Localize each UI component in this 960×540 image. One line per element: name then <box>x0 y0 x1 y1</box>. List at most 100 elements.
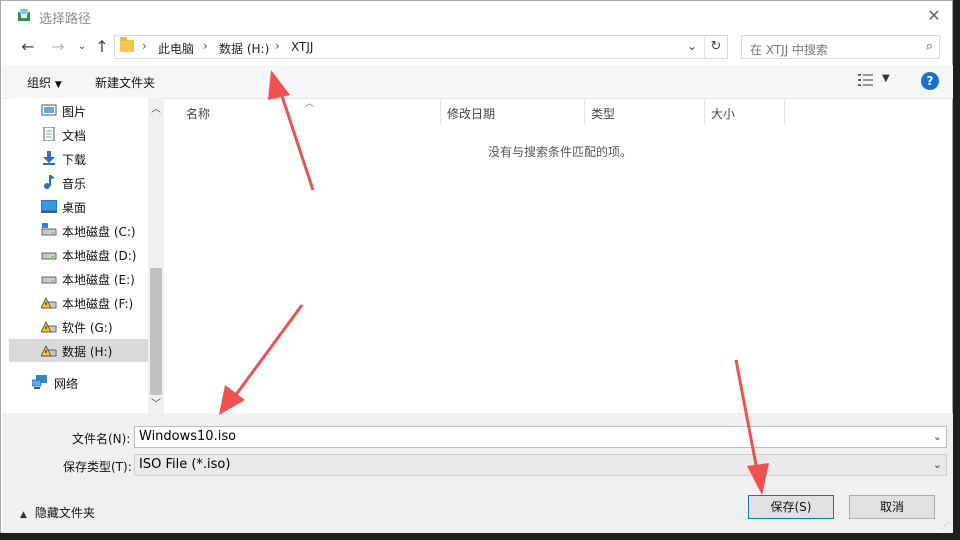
chevron-down-icon[interactable]: ⌄ <box>687 39 701 53</box>
music-icon <box>44 175 55 189</box>
sidebar-item-label: 本地磁盘 (C:) <box>62 225 136 239</box>
sidebar-item-desktop[interactable]: 桌面 <box>9 195 148 218</box>
column-header-name[interactable]: 名称 <box>186 105 210 122</box>
sidebar-item-drive-f[interactable]: 本地磁盘 (F:) <box>9 291 148 314</box>
help-icon[interactable]: ? <box>921 72 939 90</box>
save-options-panel: 文件名(N): Windows10.iso ⌄ 保存类型(T): ISO Fil… <box>2 413 953 533</box>
column-divider[interactable] <box>440 98 441 125</box>
back-icon[interactable]: ← <box>18 37 38 57</box>
caret-down-icon: ▼ <box>882 73 890 84</box>
chevron-right-icon[interactable]: › <box>203 39 208 53</box>
organize-button[interactable]: 组织 ▼ <box>27 74 62 91</box>
navigation-pane-scrollbar[interactable]: ︿ ﹀ <box>148 98 164 413</box>
search-input[interactable]: 在 XTJJ 中搜索 ⌕ <box>741 35 940 59</box>
window-title: 选择路径 <box>39 12 92 27</box>
drive-icon <box>41 276 57 284</box>
column-divider[interactable] <box>704 98 705 125</box>
sidebar-item-label: 图片 <box>62 105 87 119</box>
caret-down-icon: ▼ <box>54 80 62 90</box>
downloads-icon <box>43 151 55 165</box>
caret-up-icon: ▲ <box>20 510 27 520</box>
recent-dropdown-icon[interactable]: ⌄ <box>72 37 92 57</box>
sidebar-item-pictures[interactable]: 图片 <box>9 99 148 122</box>
column-divider[interactable] <box>784 98 785 125</box>
app-icon <box>18 9 30 21</box>
sidebar-item-label: 桌面 <box>62 201 87 215</box>
filetype-select[interactable]: ISO File (*.iso) ⌄ <box>134 454 947 476</box>
save-dialog: 选择路径 ✕ ← → ⌄ ↑ › 此电脑 › 数据 (H:) › XTJJ ⌄ … <box>0 0 953 533</box>
details-view-icon <box>858 74 873 86</box>
warning-drive-icon <box>41 345 57 357</box>
sidebar-item-label: 文档 <box>62 129 87 143</box>
column-header-type[interactable]: 类型 <box>591 105 615 122</box>
sidebar-item-label: 本地磁盘 (F:) <box>62 297 134 311</box>
chevron-right-icon[interactable]: › <box>275 39 280 53</box>
organize-label: 组织 <box>27 76 52 90</box>
warning-drive-icon <box>41 297 57 309</box>
background-strip <box>953 0 960 540</box>
background-strip <box>0 533 960 540</box>
address-bar[interactable]: › 此电脑 › 数据 (H:) › XTJJ ⌄ ↻ <box>114 35 728 59</box>
folder-icon <box>120 37 134 52</box>
breadcrumb-drive-h[interactable]: 数据 (H:) <box>219 40 269 57</box>
sidebar-item-music[interactable]: 音乐 <box>9 171 148 194</box>
view-options-button[interactable]: ▼ <box>858 73 896 89</box>
empty-message: 没有与搜索条件匹配的项。 <box>488 145 633 159</box>
up-icon[interactable]: ↑ <box>92 37 112 57</box>
breadcrumb-this-pc[interactable]: 此电脑 <box>158 40 194 57</box>
command-bar: 组织 ▼ 新建文件夹 ▼ ? <box>2 65 953 99</box>
sidebar-item-drive-h[interactable]: 数据 (H:) <box>9 339 148 362</box>
sidebar-item-label: 本地磁盘 (E:) <box>62 273 135 287</box>
close-icon[interactable]: ✕ <box>924 6 944 26</box>
sidebar-item-drive-c[interactable]: 本地磁盘 (C:) <box>9 219 148 242</box>
filename-label: 文件名(N): <box>72 432 131 446</box>
filename-value: Windows10.iso <box>139 429 237 444</box>
column-header-modified[interactable]: 修改日期 <box>447 105 495 122</box>
sidebar-item-network[interactable]: 网络 <box>9 371 148 394</box>
documents-icon <box>43 127 55 141</box>
breadcrumb-xtjj[interactable]: XTJJ <box>291 40 313 54</box>
column-divider[interactable] <box>584 98 585 125</box>
forward-icon[interactable]: → <box>48 37 68 57</box>
warning-drive-icon <box>41 321 57 333</box>
hide-folders-toggle[interactable]: ▲ 隐藏文件夹 <box>20 504 95 521</box>
search-placeholder: 在 XTJJ 中搜索 <box>750 43 829 57</box>
sidebar-item-label: 软件 (G:) <box>62 321 113 335</box>
chevron-right-icon[interactable]: › <box>142 39 147 53</box>
file-list: 名称 ︿ 修改日期 类型 大小 没有与搜索条件匹配的项。 <box>164 98 953 413</box>
filename-field[interactable]: Windows10.iso ⌄ <box>134 426 947 448</box>
sidebar-item-label: 音乐 <box>62 177 87 191</box>
scroll-down-icon[interactable]: ﹀ <box>151 395 161 410</box>
sidebar-item-label: 网络 <box>54 377 79 391</box>
title-bar: 选择路径 ✕ <box>1 1 954 31</box>
sidebar-item-drive-g[interactable]: 软件 (G:) <box>9 315 148 338</box>
column-header-size[interactable]: 大小 <box>711 105 735 122</box>
sidebar-item-label: 数据 (H:) <box>62 345 113 359</box>
sidebar-item-drive-e[interactable]: 本地磁盘 (E:) <box>9 267 148 290</box>
pictures-icon <box>41 104 57 116</box>
refresh-icon[interactable]: ↻ <box>704 36 727 58</box>
sidebar-item-downloads[interactable]: 下载 <box>9 147 148 170</box>
sort-ascending-icon: ︿ <box>305 99 315 109</box>
filetype-value: ISO File (*.iso) <box>139 457 231 472</box>
save-button[interactable]: 保存(S) <box>748 495 834 519</box>
navigation-bar: ← → ⌄ ↑ › 此电脑 › 数据 (H:) › XTJJ ⌄ ↻ 在 XTJ… <box>1 35 954 61</box>
network-icon <box>32 375 47 389</box>
desktop-icon <box>41 200 57 213</box>
sidebar-item-drive-d[interactable]: 本地磁盘 (D:) <box>9 243 148 266</box>
drive-icon <box>41 252 57 260</box>
resize-grip-icon[interactable]: ⋰ <box>941 521 951 531</box>
scroll-up-icon[interactable]: ︿ <box>151 100 161 115</box>
search-icon[interactable]: ⌕ <box>926 39 933 54</box>
chevron-down-icon[interactable]: ⌄ <box>933 458 942 471</box>
new-folder-button[interactable]: 新建文件夹 <box>95 74 155 91</box>
drive-icon <box>41 223 57 236</box>
sidebar-item-label: 下载 <box>62 153 87 167</box>
cancel-button[interactable]: 取消 <box>849 495 935 519</box>
navigation-pane: 图片 文档 下载 音乐 桌面 本地磁盘 (C:) 本地磁盘 (D:) 本地磁盘 <box>9 98 164 413</box>
scrollbar-thumb[interactable] <box>150 268 162 395</box>
filetype-label: 保存类型(T): <box>63 460 132 474</box>
hide-folders-label: 隐藏文件夹 <box>34 506 95 520</box>
sidebar-item-documents[interactable]: 文档 <box>9 123 148 146</box>
chevron-down-icon[interactable]: ⌄ <box>933 430 942 443</box>
